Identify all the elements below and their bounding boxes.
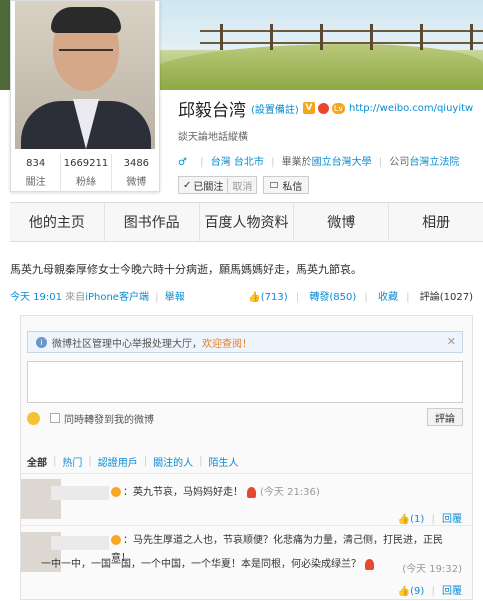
- post-meta: 今天 19:01 來自iPhone客户端 | 舉報 👍(713) | 轉發(85…: [10, 292, 473, 303]
- profile-header: 834 關注 1669211 粉絲 3486 微博 邱毅台湾 (設置備註) V …: [0, 0, 483, 200]
- comment-panel: i 微博社区管理中心举报处理大厅， 欢迎查阅！ ✕ 同時轉發到我的微博 評論 全…: [20, 315, 473, 600]
- thumbs-up-icon: 👍: [397, 586, 411, 597]
- weibo-post: 馬英九母親秦厚修女士今晚六時十分病逝，願馬媽媽好走，馬英九節哀。 今天 19:0…: [10, 262, 473, 303]
- comment-text-line-2: 一中一中，一国一国，一个中国，一个华夏！本是同根，何必染成绿兰？: [41, 559, 361, 570]
- stat-posts[interactable]: 3486 微博: [112, 154, 161, 192]
- tab-home[interactable]: 他的主页: [10, 203, 105, 241]
- tab-books[interactable]: 图书作品: [105, 203, 200, 241]
- followed-label: 已關注: [193, 181, 224, 193]
- profile-info: 邱毅台湾 (設置備註) V Lv http://weibo.com/qiuyit…: [178, 98, 483, 194]
- education-prefix: 畢業於: [281, 157, 312, 168]
- gold-member-icon[interactable]: [317, 102, 329, 114]
- notice-bar: i 微博社区管理中心举报处理大厅， 欢迎查阅！ ✕: [27, 331, 463, 353]
- favorite-link[interactable]: 收藏: [378, 292, 398, 303]
- education-link[interactable]: 國立台灣大學: [312, 157, 372, 168]
- comment-time: (今天 21:36): [260, 487, 320, 498]
- profile-meta: ♂ | 台灣 台北市 | 畢業於國立台灣大學 | 公司台灣立法院: [178, 157, 460, 168]
- verified-icon[interactable]: V: [302, 102, 315, 114]
- repost-checkbox[interactable]: [50, 413, 60, 423]
- thumbs-up-icon: 👍: [248, 292, 261, 303]
- emoji-icon: [111, 487, 121, 497]
- close-icon[interactable]: ✕: [447, 335, 456, 348]
- avatar[interactable]: [15, 1, 155, 149]
- location-link[interactable]: 台灣 台北市: [211, 157, 264, 168]
- repost-checkbox-label: 同時轉發到我的微博: [64, 414, 154, 426]
- stat-number: 1669211: [63, 158, 109, 169]
- stat-label: 微博: [126, 177, 147, 188]
- emoji-icon: [111, 535, 121, 545]
- tab-baidu-profile[interactable]: 百度人物资料: [200, 203, 295, 241]
- followed-button[interactable]: ✓ 已關注 取消: [178, 176, 258, 194]
- comment-filter: 全部 | 热门 | 認證用戶 | 關注的人 | 陌生人: [27, 454, 239, 469]
- male-icon: ♂: [178, 157, 187, 168]
- company-prefix: 公司: [389, 157, 410, 168]
- emoji-icon[interactable]: [27, 411, 40, 425]
- like-count: (713): [260, 292, 288, 303]
- reply-link[interactable]: 回覆: [442, 586, 462, 597]
- source-prefix: 來自: [65, 292, 86, 303]
- level-badge[interactable]: Lv: [331, 102, 346, 114]
- comment-textarea[interactable]: [27, 361, 463, 403]
- filter-verified[interactable]: 認證用戶: [98, 454, 138, 469]
- comment-like-count: (1): [410, 514, 425, 525]
- commenter-name[interactable]: [51, 486, 109, 500]
- like-button[interactable]: 👍(713): [248, 292, 287, 303]
- filter-following[interactable]: 關注的人: [153, 454, 193, 469]
- filter-strangers[interactable]: 陌生人: [209, 454, 239, 469]
- comment-tools: 同時轉發到我的微博 評論: [27, 408, 463, 428]
- comment-like-button[interactable]: 👍(1): [398, 514, 425, 525]
- notice-link[interactable]: 欢迎查阅！: [202, 335, 252, 350]
- stat-number: 834: [26, 158, 46, 169]
- message-label: 私信: [282, 181, 303, 193]
- comment-item: ：马先生厚道之人也，节哀顺便？化悲痛为力量，清己侧，打民进，正民意！ 一中一中，…: [21, 525, 472, 601]
- stat-following[interactable]: 834 關注: [11, 154, 62, 192]
- tab-album[interactable]: 相册: [389, 203, 483, 241]
- repost-link[interactable]: 轉發(850): [309, 292, 356, 303]
- profile-stats: 834 關注 1669211 粉絲 3486 微博: [11, 154, 161, 192]
- commenter-name[interactable]: [51, 536, 109, 550]
- info-icon: i: [36, 336, 47, 348]
- source-link[interactable]: iPhone客户端: [85, 292, 149, 303]
- private-message-button[interactable]: 私信: [263, 176, 310, 194]
- stat-label: 關注: [25, 177, 46, 188]
- comment-text: ：英九节哀，马妈妈好走！: [123, 487, 243, 498]
- thumbs-up-icon: 👍: [397, 514, 411, 525]
- filter-hot[interactable]: 热门: [62, 454, 82, 469]
- mail-icon: [270, 182, 279, 188]
- stat-followers[interactable]: 1669211 粉絲: [61, 154, 112, 192]
- profile-bio: 談天論地話縱橫: [178, 132, 248, 143]
- profile-name: 邱毅台湾: [178, 100, 246, 121]
- stat-label: 粉絲: [75, 177, 96, 188]
- comment-like-button[interactable]: 👍(9): [398, 586, 425, 597]
- tab-weibo[interactable]: 微博: [294, 203, 390, 241]
- cancel-follow-link[interactable]: 取消: [227, 177, 252, 193]
- submit-comment-button[interactable]: 評論: [427, 408, 463, 426]
- fire-icon: [247, 486, 256, 498]
- company-link[interactable]: 台灣立法院: [409, 157, 459, 168]
- comment-link[interactable]: 評論(1027): [420, 292, 473, 303]
- check-icon: ✓: [183, 179, 192, 191]
- homepage-url-link[interactable]: http://weibo.com/qiuyitw: [349, 103, 473, 114]
- post-text: 馬英九母親秦厚修女士今晚六時十分病逝，願馬媽媽好走，馬英九節哀。: [10, 263, 362, 276]
- comment-item: ：英九节哀，马妈妈好走！ (今天 21:36) 👍(1) | 回覆: [21, 473, 472, 525]
- stat-number: 3486: [123, 158, 150, 169]
- reply-link[interactable]: 回覆: [442, 514, 462, 525]
- report-link[interactable]: 舉報: [165, 292, 185, 303]
- avatar-card: 834 關注 1669211 粉絲 3486 微博: [10, 0, 160, 192]
- post-time-link[interactable]: 今天 19:01: [10, 292, 62, 303]
- notice-label: 微博社区管理中心举报处理大厅，: [52, 338, 202, 350]
- profile-tabs: 他的主页 图书作品 百度人物资料 微博 相册: [10, 202, 483, 242]
- fire-icon: [365, 558, 374, 570]
- comment-like-count: (9): [410, 586, 425, 597]
- set-remark-link[interactable]: (設置備註): [251, 101, 299, 116]
- comment-time: (今天 19:32): [402, 564, 462, 575]
- filter-all[interactable]: 全部: [27, 454, 47, 469]
